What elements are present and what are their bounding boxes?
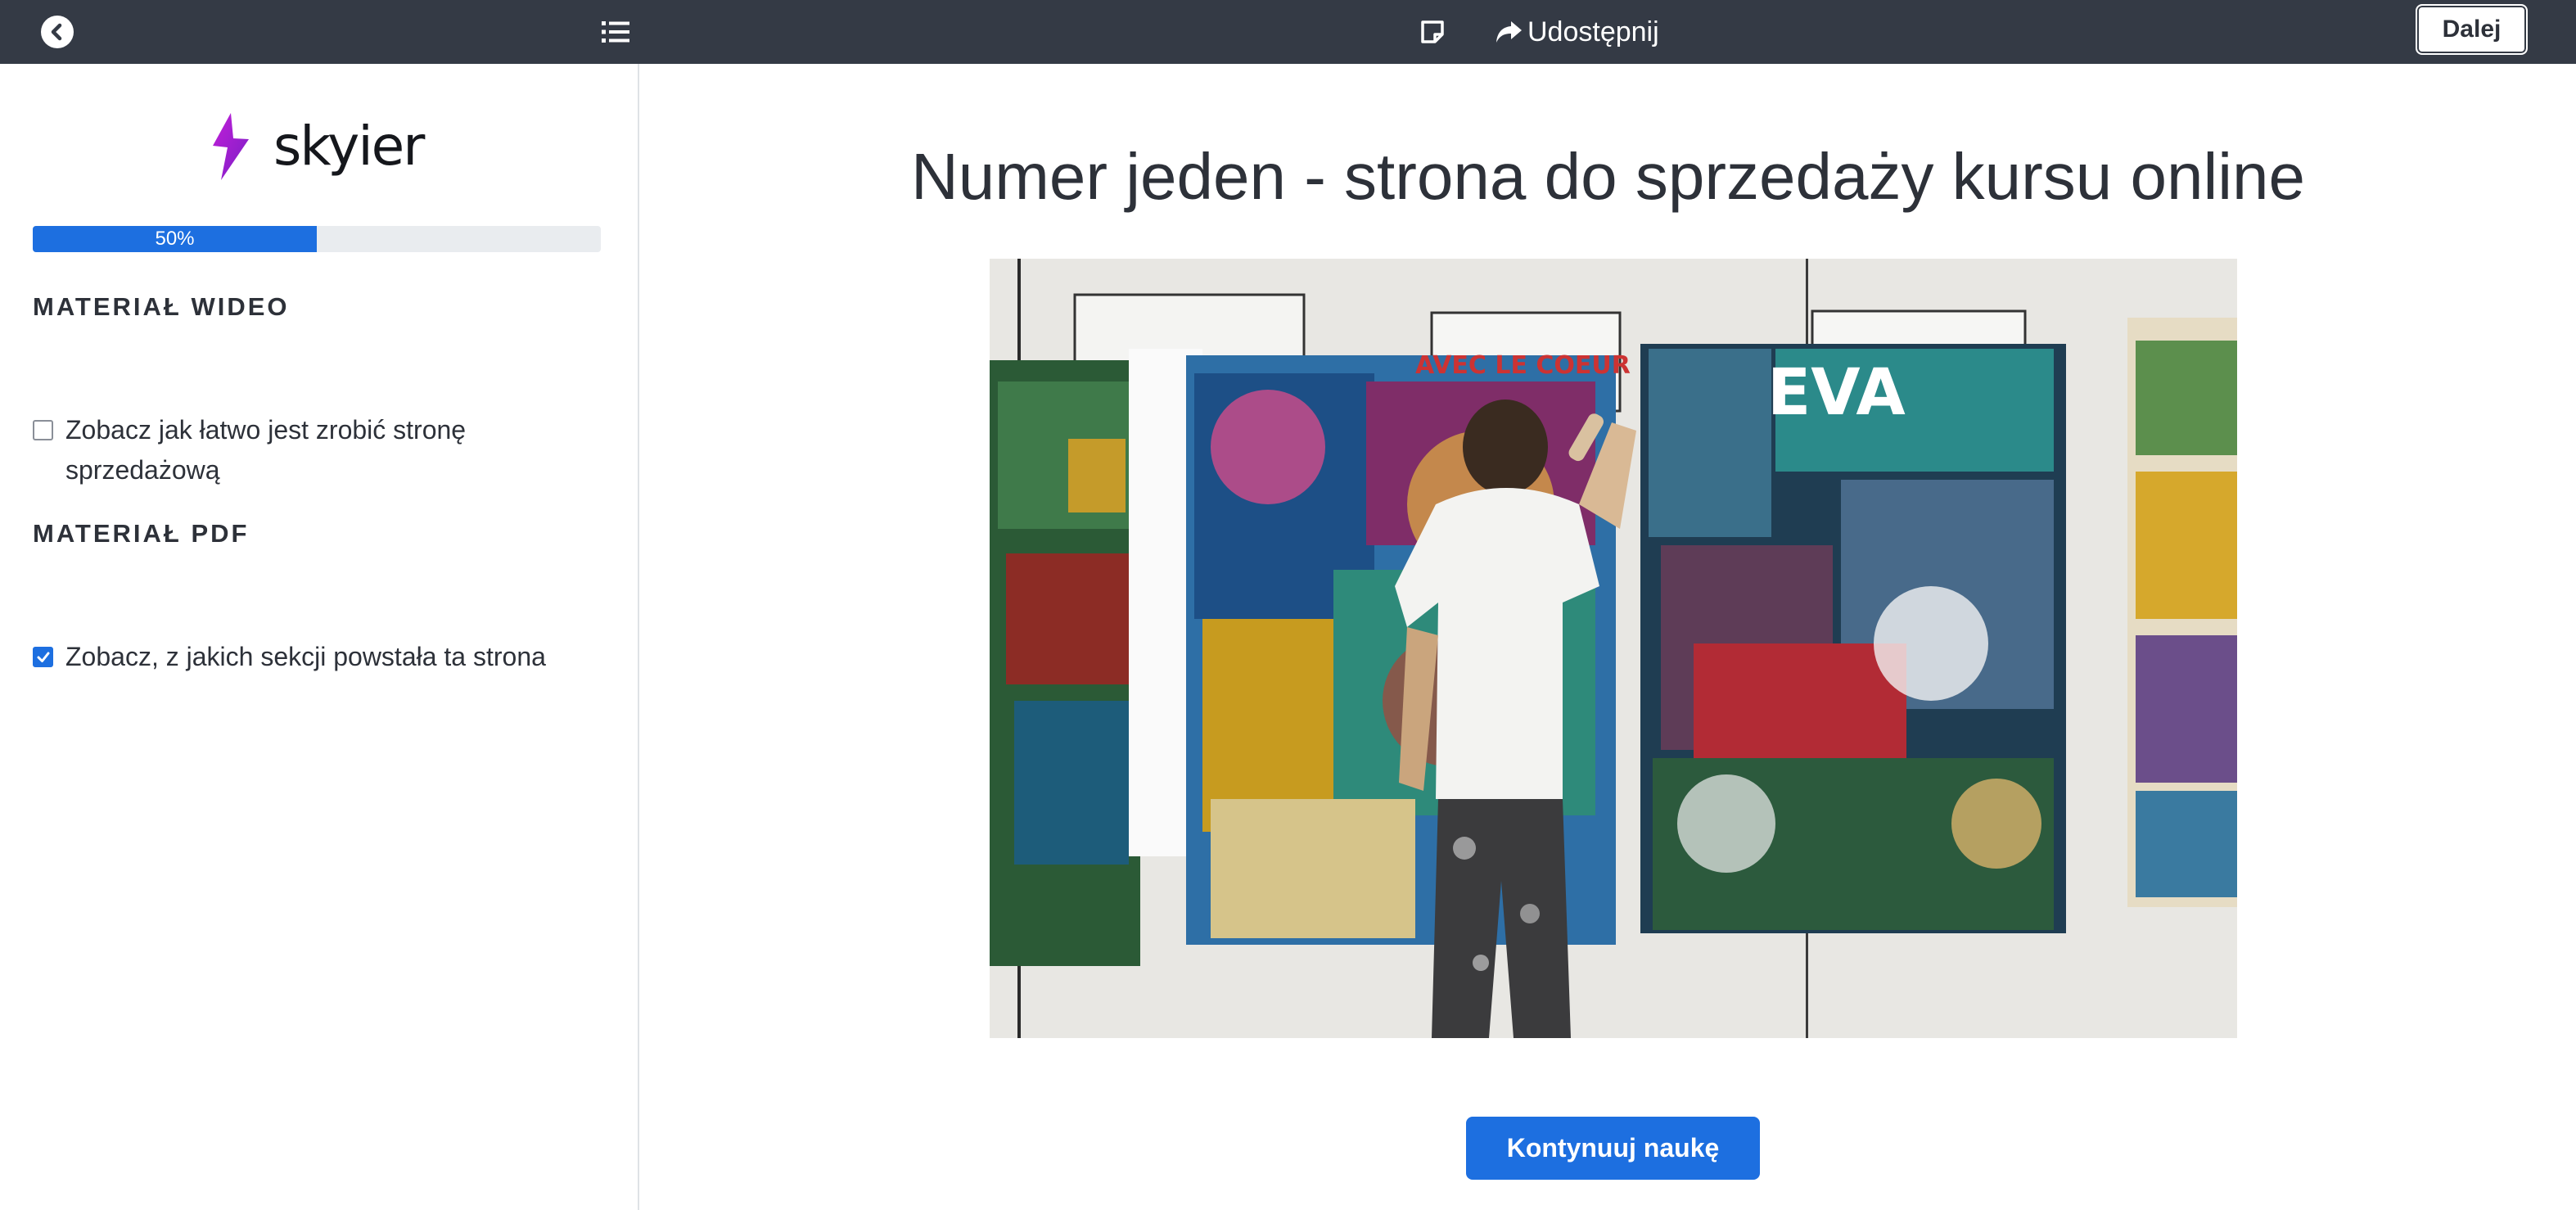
next-button[interactable]: Dalej: [2416, 4, 2528, 55]
share-label: Udostępnij: [1527, 16, 1659, 47]
logo: skyier: [206, 110, 425, 183]
note-button[interactable]: [1416, 16, 1449, 48]
lightning-bolt-icon: [213, 113, 249, 180]
lesson-label: Zobacz jak łatwo jest zrobić stronę sprz…: [65, 415, 467, 485]
svg-text:AVEC LE COEUR: AVEC LE COEUR: [1415, 351, 1631, 380]
svg-text:EVA: EVA: [1767, 356, 1906, 430]
artist-painting-mural-image: AVEC LE COEUR EVA: [990, 259, 2237, 1038]
sidebar: skyier 50% MATERIAŁ WIDEO Zobacz jak łat…: [0, 64, 639, 1210]
page-title: Numer jeden - strona do sprzedaży kursu …: [910, 140, 2306, 213]
share-button[interactable]: Udostępnij: [1495, 11, 1659, 52]
lesson-image: AVEC LE COEUR EVA: [990, 259, 2237, 1038]
lesson-item[interactable]: Zobacz jak łatwo jest zrobić stronę sprz…: [33, 410, 606, 490]
top-bar: Udostępnij Dalej: [0, 0, 2576, 64]
lesson-checkbox[interactable]: [33, 420, 53, 440]
back-button[interactable]: [41, 16, 74, 48]
note-icon: [1421, 20, 1444, 43]
lesson-checkbox[interactable]: [33, 647, 53, 667]
section-title-pdf: MATERIAŁ PDF: [33, 519, 250, 548]
lesson-item[interactable]: Zobacz, z jakich sekcji powstała ta stro…: [33, 637, 606, 677]
section-title-video: MATERIAŁ WIDEO: [33, 292, 290, 321]
share-arrow-icon: [1496, 21, 1522, 43]
logo-text: skyier: [273, 115, 425, 178]
progress-fill: 50%: [33, 226, 317, 252]
list-icon: [602, 21, 629, 43]
continue-learning-button[interactable]: Kontynuuj naukę: [1466, 1117, 1760, 1180]
progress-bar: 50%: [33, 226, 601, 252]
lesson-label: Zobacz, z jakich sekcji powstała ta stro…: [65, 642, 546, 671]
chevron-left-icon: [51, 23, 62, 41]
list-button[interactable]: [599, 16, 632, 47]
checkmark-icon: [37, 652, 49, 662]
